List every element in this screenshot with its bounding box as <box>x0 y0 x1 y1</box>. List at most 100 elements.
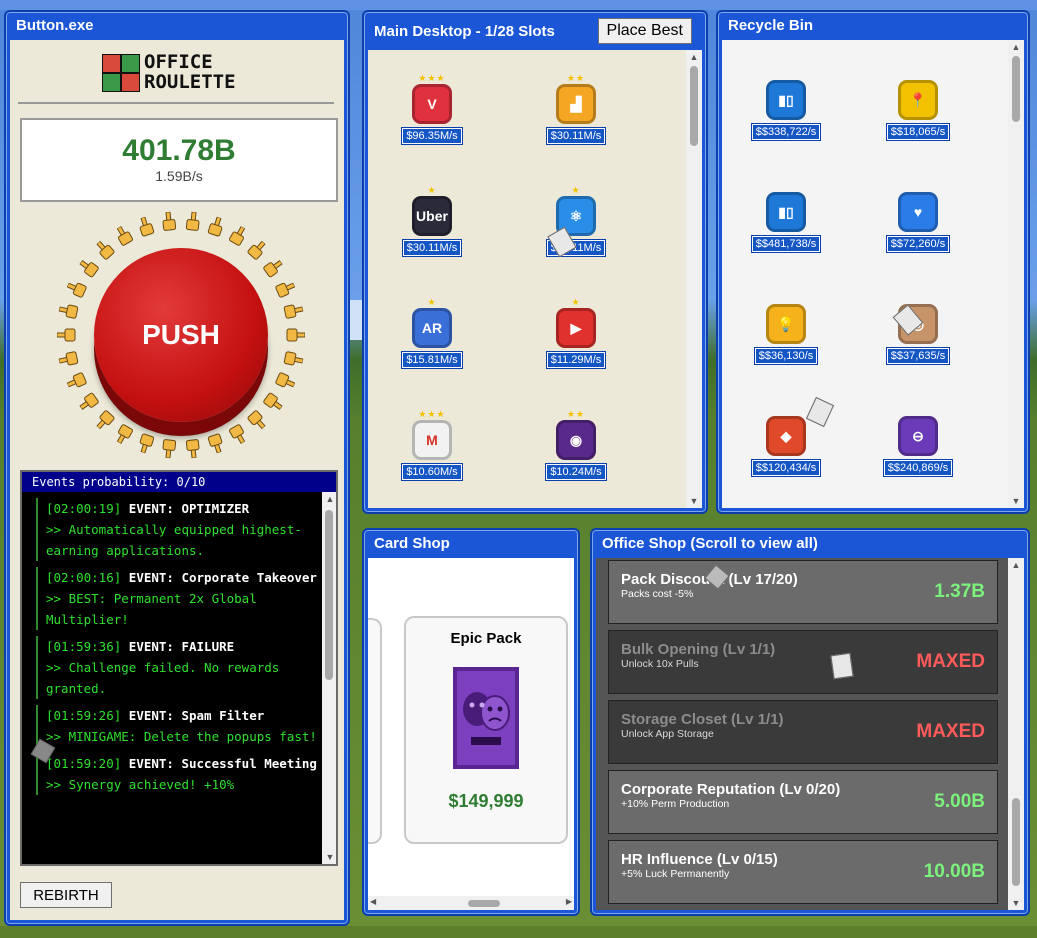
events-scroll-thumb[interactable] <box>325 510 333 680</box>
event-entry: [01:59:26] EVENT: Spam Filter >> MINIGAME… <box>36 705 318 747</box>
app-income: $$18,065/s <box>886 124 950 140</box>
upgrade-item[interactable]: HR Influence (Lv 0/15) +5% Luck Permanent… <box>608 840 998 904</box>
app-income: $15.81M/s <box>402 352 462 368</box>
push-button[interactable]: PUSH <box>94 248 268 422</box>
scroll-down-icon[interactable]: ▼ <box>322 852 338 862</box>
event-name: EVENT: Corporate Takeover <box>128 570 317 585</box>
rarity-stars: ★★ <box>566 409 586 419</box>
pointing-hand-icon <box>111 421 137 447</box>
scroll-up-icon[interactable]: ▲ <box>1008 560 1024 570</box>
recycle-scrollbar[interactable]: ▲ ▼ <box>1008 40 1024 508</box>
podcast-icon: ◉ <box>556 420 596 460</box>
trello-icon: ▮▯ <box>766 80 806 120</box>
pointing-hand-icon <box>260 389 287 415</box>
tube-icon: ⊖ <box>898 416 938 456</box>
app-income: $30.11M/s <box>546 128 606 144</box>
rarity-spacer <box>746 68 826 80</box>
app-slot[interactable]: ♥ $$72,260/s <box>878 180 958 280</box>
scroll-left-icon[interactable]: ◀ <box>370 897 376 906</box>
app-slot[interactable]: ★★ ◉ $10.24M/s <box>536 408 616 508</box>
scroll-down-icon[interactable]: ▼ <box>686 496 702 506</box>
pointing-hand-icon <box>183 437 203 460</box>
rarity-spacer <box>878 180 958 192</box>
background-grass <box>0 926 1037 938</box>
office-scroll-thumb[interactable] <box>1012 798 1020 886</box>
app-slot[interactable]: ★ ⚛ $30.11M/s <box>536 184 616 284</box>
place-best-button[interactable]: Place Best <box>597 18 692 44</box>
app-slot[interactable]: ▮▯ $$481,738/s <box>746 180 826 280</box>
window-title: Recycle Bin <box>728 17 814 34</box>
app-slot[interactable]: 💡 $$36,130/s <box>746 292 826 392</box>
pack-card-previous[interactable] <box>368 618 382 844</box>
app-slot[interactable]: ★ AR $15.81M/s <box>392 296 472 396</box>
scroll-down-icon[interactable]: ▼ <box>1008 898 1024 908</box>
rarity-stars: ★★ <box>566 73 586 83</box>
desktop-grid: ▲ ▼ ★★★ V $96.35M/s ★★ ▟ $30.11M/s ★ Uber $30.11… <box>368 50 702 508</box>
pointing-hand-icon <box>281 300 304 322</box>
card-shop-scroll-thumb[interactable] <box>468 900 500 907</box>
rebirth-button[interactable]: REBIRTH <box>20 882 112 908</box>
coffee-chat-icon: ♥ <box>898 192 938 232</box>
upgrade-item[interactable]: Pack Discount (Lv 17/20) Packs cost -5% 1.… <box>608 560 998 624</box>
app-slot[interactable]: ◎$$37,635/s <box>878 292 958 392</box>
pointing-hand-icon <box>244 237 271 264</box>
upgrade-item[interactable]: Bulk Opening (Lv 1/1) Unlock 10x Pulls MAX… <box>608 630 998 694</box>
pointing-hand-icon <box>75 255 102 281</box>
office-scrollbar[interactable]: ▲ ▼ <box>1008 558 1024 910</box>
window-title: Button.exe <box>16 17 94 34</box>
trello-icon: ▮▯ <box>766 192 806 232</box>
event-entry: [02:00:19] EVENT: OPTIMIZER >> Automatica… <box>36 498 318 561</box>
event-message: >> Synergy achieved! +10% <box>46 777 235 792</box>
app-income: $10.24M/s <box>546 464 606 480</box>
event-message: >> BEST: Permanent 2x Global Multiplier! <box>46 591 257 627</box>
app-slot[interactable]: 📍 $$18,065/s <box>878 68 958 168</box>
app-slot[interactable]: ⊖ $$240,869/s <box>878 404 958 504</box>
scroll-down-icon[interactable]: ▼ <box>1008 496 1024 506</box>
office-roulette-logo: OFFICE ROULETTE <box>102 52 262 96</box>
app-slot[interactable]: ★★★ M $10.60M/s <box>392 408 472 508</box>
event-timestamp: [01:59:20] <box>46 756 122 771</box>
app-slot[interactable]: ★ Uber $30.11M/s <box>392 184 472 284</box>
scroll-up-icon[interactable]: ▲ <box>686 52 702 62</box>
event-entry: [01:59:36] EVENT: FAILURE >> Challenge fa… <box>36 636 318 699</box>
pack-name: Epic Pack <box>450 630 522 647</box>
event-timestamp: [02:00:19] <box>46 501 122 516</box>
pointing-hand-icon <box>183 210 203 233</box>
epic-pack-card[interactable]: Epic Pack $149,999 <box>404 616 568 844</box>
events-header: Events probability: 0/10 <box>22 472 336 492</box>
upgrade-item[interactable]: Storage Closet (Lv 1/1) Unlock App Storag… <box>608 700 998 764</box>
pointing-hand-icon <box>205 214 228 239</box>
button-window-body: OFFICE ROULETTE 401.78B 1.59B/s PUSH Eve… <box>10 40 344 920</box>
desktop-scroll-thumb[interactable] <box>690 66 698 146</box>
rarity-stars: ★ <box>571 185 581 195</box>
pointing-hand-icon <box>244 406 271 433</box>
app-slot[interactable]: ★★★ V $96.35M/s <box>392 72 472 172</box>
card-shop-scrollbar[interactable]: ◀ ▶ <box>368 896 574 910</box>
recycle-grid: ▲ ▼ ▮▯ $$338,722/s 📍 $$18,065/s ▮▯ $$481,738/… <box>722 40 1024 508</box>
card-shop-body: Epic Pack $149,999 ◀ ▶ <box>368 558 574 910</box>
button-window: Button.exe OFFICE ROULETTE 401.78B 1.59B… <box>4 10 350 926</box>
upgrade-item[interactable]: Corporate Reputation (Lv 0/20) +10% Perm … <box>608 770 998 834</box>
recycle-scroll-thumb[interactable] <box>1012 56 1020 122</box>
app-slot[interactable]: ★★ ▟ $30.11M/s <box>536 72 616 172</box>
event-entry: [02:00:16] EVENT: Corporate Takeover >> B… <box>36 567 318 630</box>
desktop-scrollbar[interactable]: ▲ ▼ <box>686 50 702 508</box>
office-shop-list: ▲ ▼ Pack Discount (Lv 17/20) Packs cost -… <box>596 558 1024 910</box>
events-log: Events probability: 0/10 [02:00:19] EVEN… <box>20 470 338 866</box>
map-pin-icon: 📍 <box>898 80 938 120</box>
scroll-up-icon[interactable]: ▲ <box>322 494 338 504</box>
events-scrollbar[interactable]: ▲ ▼ <box>322 492 336 864</box>
flying-paper-icon[interactable] <box>830 652 854 680</box>
app-slot[interactable]: ▮▯ $$338,722/s <box>746 68 826 168</box>
rarity-spacer <box>878 404 958 416</box>
app-slot[interactable]: ★ ▶ $11.29M/s <box>536 296 616 396</box>
app-income: $11.29M/s <box>546 352 606 368</box>
background-cloud <box>350 300 362 340</box>
scroll-right-icon[interactable]: ▶ <box>566 897 572 906</box>
score-value: 401.78B <box>122 134 236 167</box>
rarity-stars: ★ <box>571 297 581 307</box>
rarity-stars: ★★★ <box>418 73 446 83</box>
scroll-up-icon[interactable]: ▲ <box>1008 42 1024 52</box>
pointing-hand-icon <box>134 431 157 456</box>
upgrade-cost: MAXED <box>916 651 985 672</box>
